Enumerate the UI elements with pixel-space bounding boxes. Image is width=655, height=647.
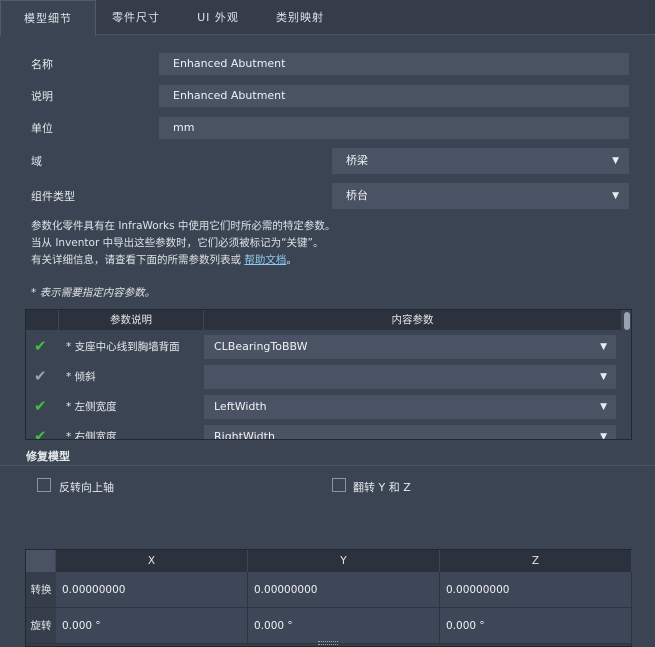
info-line-3-prefix: 有关详细信息，请查看下面的所需参数列表或 <box>31 254 241 266</box>
info-line-1: 参数化零件具有在 InfraWorks 中使用它们时所必需的特定参数。 <box>31 220 336 232</box>
component-type-select[interactable]: 桥台 ▼ <box>332 183 629 209</box>
y-column-header: Y <box>248 550 440 572</box>
param-name: * 支座中心线到胸墙背面 <box>66 341 180 353</box>
chevron-down-icon: ▼ <box>600 432 607 440</box>
tab-ui-appearance[interactable]: UI 外观 <box>182 0 254 35</box>
content-param-value: RightWidth <box>214 430 275 440</box>
swap-yz-checkbox[interactable] <box>332 478 346 492</box>
checkmark-icon: ✔ <box>34 367 47 385</box>
domain-select[interactable]: 桥梁 ▼ <box>332 148 629 174</box>
translate-y-cell[interactable]: 0.00000000 <box>248 572 440 608</box>
z-column-header: Z <box>440 550 632 572</box>
description-label: 说明 <box>31 90 53 103</box>
info-line-3: 有关详细信息，请查看下面的所需参数列表或 帮助文档。 <box>31 252 631 269</box>
content-param-select[interactable]: RightWidth ▼ <box>204 425 616 440</box>
table-corner <box>26 310 59 330</box>
content-param-select[interactable]: ▼ <box>204 365 616 389</box>
table-row: ✔ * 右侧宽度 RightWidth ▼ <box>26 422 624 440</box>
param-name: * 倾斜 <box>66 371 96 383</box>
flip-up-axis-checkbox[interactable] <box>37 478 51 492</box>
component-type-value: 桥台 <box>346 189 368 202</box>
content-param-value: LeftWidth <box>214 400 267 413</box>
checkmark-icon: ✔ <box>34 427 47 440</box>
chevron-down-icon: ▼ <box>600 342 607 352</box>
rotate-z-cell[interactable]: 0.000 ° <box>440 608 632 644</box>
x-column-header: X <box>56 550 248 572</box>
flip-up-axis-label: 反转向上轴 <box>59 481 114 494</box>
domain-label: 域 <box>31 155 42 168</box>
help-doc-link[interactable]: 帮助文档 <box>244 254 286 266</box>
table-row: ✔ * 倾斜 ▼ <box>26 362 624 392</box>
param-name: * 右侧宽度 <box>66 431 117 440</box>
scrollbar-thumb[interactable] <box>624 312 630 330</box>
table-corner <box>26 550 56 572</box>
rotate-y-cell[interactable]: 0.000 ° <box>248 608 440 644</box>
resize-grip-icon[interactable] <box>318 641 338 645</box>
param-name: * 左侧宽度 <box>66 401 117 413</box>
table-scrollbar[interactable] <box>622 310 631 439</box>
swap-yz-label: 翻转 Y 和 Z <box>353 481 411 494</box>
unit-field[interactable]: mm <box>159 117 629 139</box>
chevron-down-icon: ▼ <box>612 156 619 166</box>
translate-z-cell[interactable]: 0.00000000 <box>440 572 632 608</box>
tab-part-size[interactable]: 零件尺寸 <box>100 0 172 35</box>
required-note: * 表示需要指定内容参数。 <box>31 287 156 299</box>
repair-model-title: 修复模型 <box>26 450 70 463</box>
tab-model-details[interactable]: 模型细节 <box>0 0 96 36</box>
content-column-header: 内容参数 <box>204 310 622 330</box>
chevron-down-icon: ▼ <box>612 191 619 201</box>
section-divider <box>0 465 655 466</box>
tab-bar: 模型细节 零件尺寸 UI 外观 类别映射 <box>0 0 655 36</box>
transform-table: X Y Z 转换 0.00000000 0.00000000 0.0000000… <box>25 549 632 647</box>
checkmark-icon: ✔ <box>34 397 47 415</box>
translate-row-header: 转换 <box>26 572 56 608</box>
rotate-x-cell[interactable]: 0.000 ° <box>56 608 248 644</box>
info-line-3-suffix: 。 <box>286 254 297 266</box>
param-column-header: 参数说明 <box>59 310 204 330</box>
parameter-table: 参数说明 内容参数 ✔ * 支座中心线到胸墙背面 CLBearingToBBW ▼… <box>25 309 632 440</box>
checkmark-icon: ✔ <box>34 337 47 355</box>
component-type-label: 组件类型 <box>31 190 75 203</box>
content-param-value: CLBearingToBBW <box>214 340 308 353</box>
chevron-down-icon: ▼ <box>600 402 607 412</box>
info-text: 参数化零件具有在 InfraWorks 中使用它们时所必需的特定参数。 当从 I… <box>31 218 631 269</box>
name-field[interactable]: Enhanced Abutment <box>159 53 629 75</box>
table-row: ✔ * 左侧宽度 LeftWidth ▼ <box>26 392 624 422</box>
translate-x-cell[interactable]: 0.00000000 <box>56 572 248 608</box>
content-param-select[interactable]: LeftWidth ▼ <box>204 395 616 419</box>
description-field[interactable]: Enhanced Abutment <box>159 85 629 107</box>
domain-value: 桥梁 <box>346 154 368 167</box>
unit-label: 单位 <box>31 122 53 135</box>
rotate-row-header: 旋转 <box>26 608 56 644</box>
tab-category-mapping[interactable]: 类别映射 <box>264 0 336 35</box>
chevron-down-icon: ▼ <box>600 372 607 382</box>
name-label: 名称 <box>31 58 53 71</box>
info-line-2: 当从 Inventor 中导出这些参数时，它们必须被标记为“关键”。 <box>31 237 324 249</box>
table-row: ✔ * 支座中心线到胸墙背面 CLBearingToBBW ▼ <box>26 332 624 362</box>
content-param-select[interactable]: CLBearingToBBW ▼ <box>204 335 616 359</box>
